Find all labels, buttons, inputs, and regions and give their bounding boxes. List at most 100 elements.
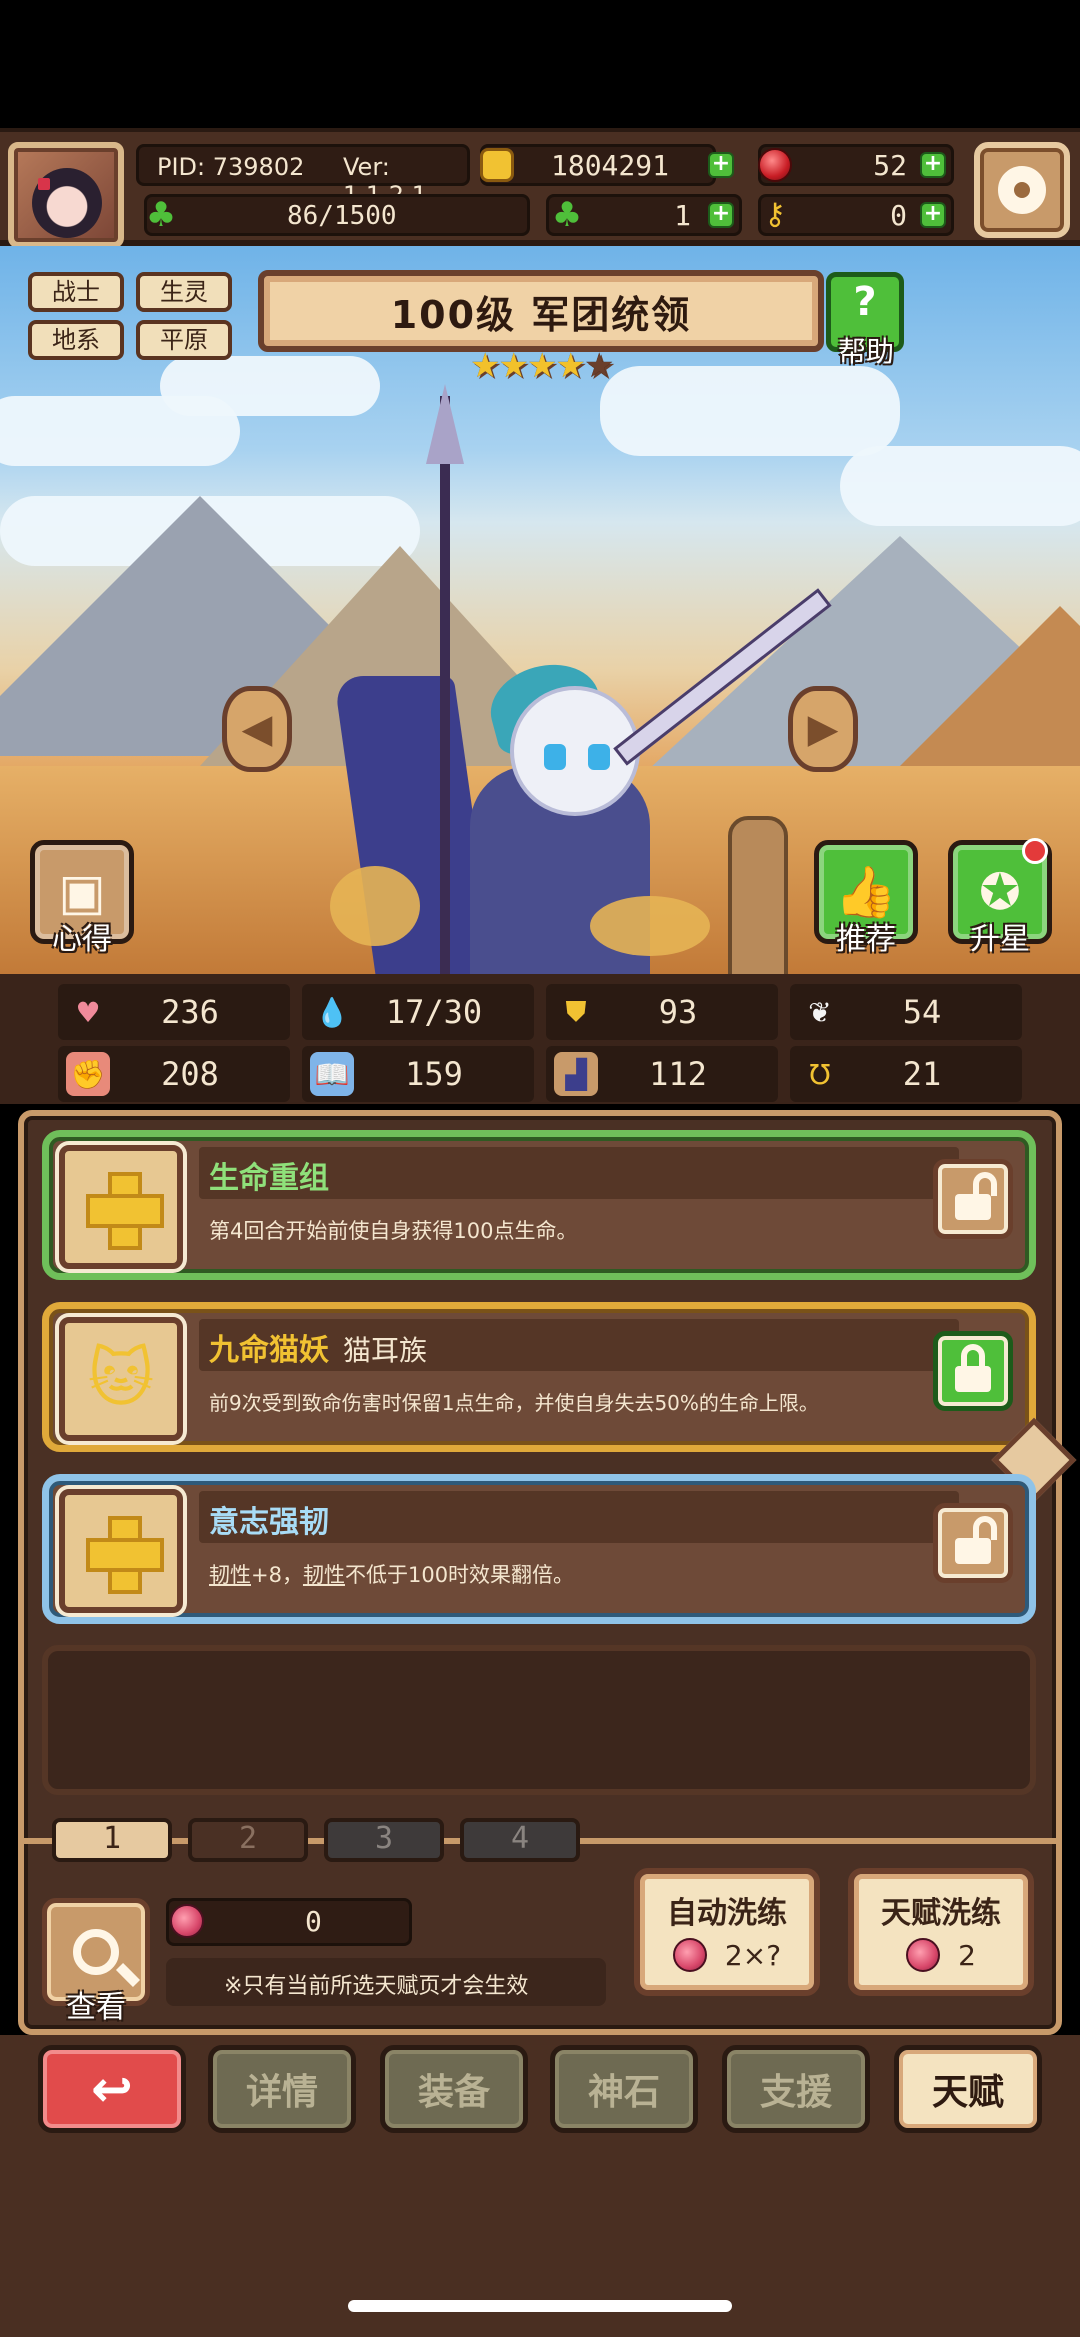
magnifier-icon — [73, 1929, 119, 1975]
cat-face-icon: 🐱 — [87, 1342, 155, 1416]
water-drop-icon: 💧 — [314, 995, 350, 1029]
talent-page-tab-2[interactable]: 2 — [188, 1818, 308, 1862]
desert-rock — [728, 816, 788, 974]
energy-value: 86/1500 — [287, 201, 397, 231]
talent-subtitle: 猫耳族 — [343, 1334, 428, 1367]
note-box: ※只有当前所选天赋页才会生效 — [166, 1958, 606, 2006]
talent-page-tab-4[interactable]: 4 — [460, 1818, 580, 1862]
settings-button[interactable] — [974, 142, 1070, 238]
chevron-right-icon: ▶ — [807, 706, 839, 752]
key-icon: ⚷ — [764, 197, 786, 232]
nav-support[interactable]: 支援 — [722, 2045, 870, 2133]
hero-title-banner: 100级 军团统领 — [258, 270, 824, 352]
shield-icon: ⛊ — [565, 995, 587, 1028]
talent-desc: 前9次受到致命伤害时保留1点生命，并使自身失去50%的生命上限。 — [209, 1391, 819, 1415]
nav-details[interactable]: 详情 — [208, 2045, 356, 2133]
talent-card[interactable]: 生命重组 第4回合开始前使自身获得100点生命。 — [42, 1130, 1036, 1280]
talent-lock-button[interactable] — [933, 1331, 1013, 1411]
nav-talent[interactable]: 天赋 — [894, 2045, 1042, 2133]
dust-cloud — [590, 896, 710, 956]
talent-card[interactable]: 🐱 九命猫妖 猫耳族 前9次受到致命伤害时保留1点生命，并使自身失去50%的生命上… — [42, 1302, 1036, 1452]
clover-value: 1 — [674, 199, 691, 232]
add-gem-button[interactable]: + — [920, 152, 946, 178]
auto-refine-button[interactable]: 自动洗练 2×? — [634, 1868, 820, 1996]
stat-defense: ⛊ 93 — [546, 984, 778, 1040]
star-icon: ★ — [470, 346, 501, 386]
add-clover-button[interactable]: + — [708, 202, 734, 228]
key-value: 0 — [890, 199, 907, 232]
home-indicator[interactable] — [348, 2300, 732, 2312]
add-gold-button[interactable]: + — [708, 152, 734, 178]
return-arrow-icon: ↩ — [91, 2060, 133, 2118]
star-icon: ★ — [498, 346, 529, 386]
talent-page-tab-3[interactable]: 3 — [324, 1818, 444, 1862]
gear-icon — [998, 166, 1046, 214]
clover-icon: ♣ — [551, 195, 583, 235]
notification-dot — [1022, 838, 1048, 864]
hero-star-rating: ★★★★★ — [470, 346, 615, 386]
keyword-link[interactable]: 韧性 — [209, 1563, 251, 1587]
nav-equipment[interactable]: 装备 — [380, 2045, 528, 2133]
stat-hp: ♥ 236 — [58, 984, 290, 1040]
hero-tag-terrain: 平原 — [136, 320, 232, 360]
hero-stats: ♥ 236 💧 17/30 ⛊ 93 ❦ 54 ✊ 208 📖 159 ▟ 11… — [0, 974, 1080, 1104]
stat-value: 54 — [902, 993, 942, 1031]
gold-counter: 1804291 — [480, 144, 716, 186]
energy-clover-icon: ♣ — [145, 195, 177, 235]
talent-lock-button[interactable] — [933, 1503, 1013, 1583]
back-button[interactable]: ↩ — [38, 2045, 186, 2133]
prev-hero-button[interactable]: ◀ — [222, 686, 292, 772]
player-info: PID: 739802 Ver: 1.1.2.1 — [136, 144, 470, 209]
empty-talent-slot — [42, 1645, 1036, 1795]
cloud — [160, 356, 380, 416]
view-label: 查看 — [66, 1990, 126, 2025]
player-avatar[interactable] — [8, 142, 124, 248]
stat-speed: ❦ 54 — [790, 984, 1022, 1040]
hero-spear-tip — [426, 384, 464, 464]
talent-icon-frame — [59, 1145, 183, 1269]
question-icon: ? — [853, 279, 877, 325]
book-icon: 📖 — [310, 1052, 354, 1096]
nav-godstone[interactable]: 神石 — [550, 2045, 698, 2133]
stat-magic: 📖 159 — [302, 1046, 534, 1102]
auto-refine-cost: 2×? — [724, 1938, 782, 1972]
peach-icon — [170, 1904, 204, 1938]
add-key-button[interactable]: + — [920, 202, 946, 228]
talent-refine-button[interactable]: 天赋洗练 2 — [848, 1868, 1034, 1996]
gold-coin-icon — [480, 148, 514, 182]
avatar-bow — [38, 178, 50, 190]
talent-icon-frame: 🐱 — [59, 1317, 183, 1441]
talent-card[interactable]: 意志强韧 韧性+8，韧性不低于100时效果翻倍。 — [42, 1474, 1036, 1624]
keyword-link[interactable]: 韧性 — [303, 1563, 345, 1587]
peach-count: 0 — [305, 1905, 322, 1938]
star-empty-icon: ★ — [583, 346, 615, 386]
talent-name-text: 九命猫妖 — [209, 1333, 329, 1368]
status-bar: PID: 739802 Ver: 1.1.2.1 1804291 + 52 + … — [0, 128, 1080, 248]
talent-lock-button[interactable] — [933, 1159, 1013, 1239]
stat-value: 93 — [658, 993, 698, 1031]
star-up-label: 升星 — [970, 922, 1030, 957]
thumbs-up-icon: 👍 — [834, 862, 898, 921]
stat-value: 208 — [161, 1055, 219, 1093]
talent-page-tab-1[interactable]: 1 — [52, 1818, 172, 1862]
unlocked-padlock-icon — [955, 1172, 997, 1220]
unlocked-padlock-icon — [955, 1516, 997, 1564]
star-icon: ★ — [526, 346, 558, 386]
boot-icon: ▟ — [554, 1052, 598, 1096]
talent-name: 意志强韧 — [209, 1497, 329, 1541]
stat-value: 236 — [161, 993, 219, 1031]
horseshoe-icon: Ʊ — [809, 1057, 831, 1091]
talent-refine-cost: 2 — [958, 1938, 976, 1972]
hero-tag-race: 生灵 — [136, 272, 232, 312]
gem-value: 52 — [873, 149, 907, 182]
next-hero-button[interactable]: ▶ — [788, 686, 858, 772]
hero-eye — [544, 744, 566, 770]
talent-icon-frame — [59, 1489, 183, 1613]
talent-refine-label: 天赋洗练 — [881, 1896, 1001, 1931]
stat-value: 21 — [902, 1055, 942, 1093]
stat-value: 17/30 — [385, 993, 483, 1031]
wing-icon: ❦ — [808, 995, 832, 1029]
dust-cloud — [330, 866, 420, 946]
peach-icon — [672, 1938, 707, 1972]
cross-emblem-icon — [86, 1172, 164, 1250]
